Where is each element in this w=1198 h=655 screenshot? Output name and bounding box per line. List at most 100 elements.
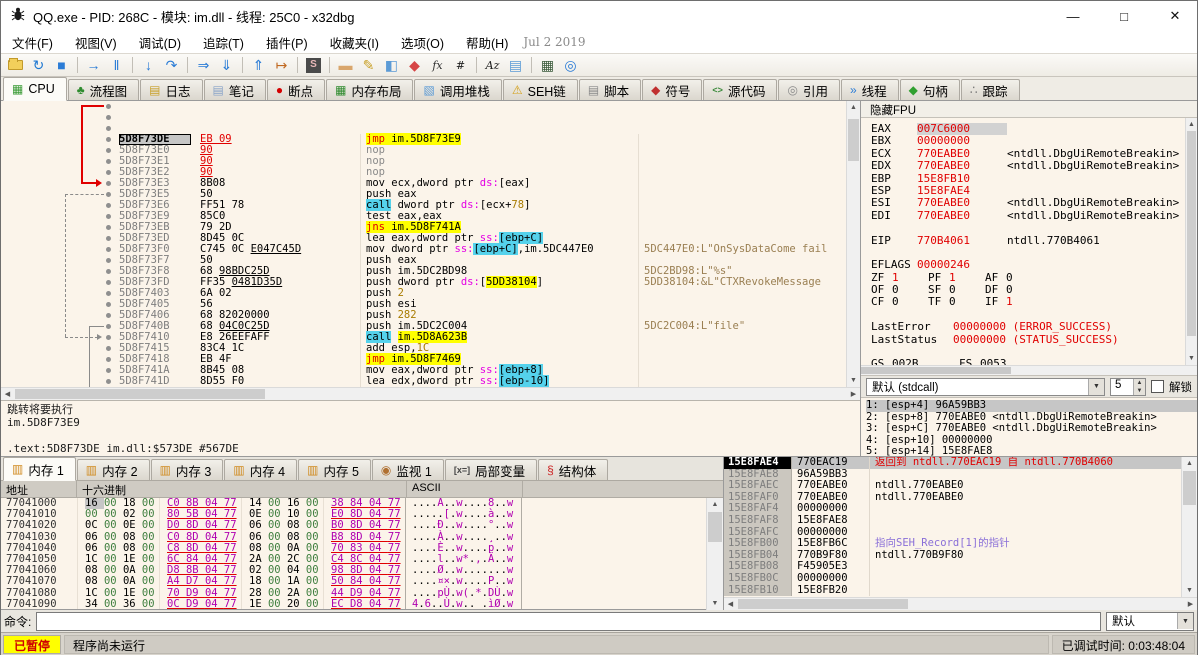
breakpoint-dot[interactable] bbox=[106, 335, 111, 340]
flag-pair[interactable]: TF 0 bbox=[928, 296, 985, 308]
stack-row[interactable]: 15E8FB04770B9F80ntdll.770B9F80 bbox=[724, 550, 1181, 562]
breakpoint-dot[interactable] bbox=[106, 313, 111, 318]
case-convert-icon[interactable]: Az bbox=[482, 55, 503, 75]
tab-断点[interactable]: ●断点 bbox=[267, 79, 325, 100]
register-value[interactable]: 770EABE0 bbox=[917, 160, 1007, 172]
disasm-row[interactable]: 5D8F73E6FF51 78call dword ptr ds:[ecx+78… bbox=[119, 200, 846, 211]
argument-row[interactable]: 3: [esp+C] 770EABE0 <ntdll.DbgUiRemoteBr… bbox=[866, 423, 1197, 435]
tab-源代码[interactable]: <>源代码 bbox=[703, 79, 777, 100]
argument-row[interactable]: 1: [esp+4] 96A59BB3 bbox=[866, 400, 1197, 412]
minimize-button[interactable]: — bbox=[1051, 1, 1095, 31]
attach-icon[interactable]: ↦ bbox=[271, 55, 292, 75]
dump-tab-局部变量[interactable]: [x=]局部变量 bbox=[445, 459, 537, 480]
stack-value[interactable]: 770EAC19 bbox=[792, 457, 870, 469]
breakpoint-dot[interactable] bbox=[106, 357, 111, 362]
chevron-down-icon[interactable]: ▼ bbox=[1177, 613, 1193, 629]
flag-pair[interactable]: FS 0053 bbox=[959, 358, 1047, 365]
breakpoint-dot[interactable] bbox=[106, 379, 111, 384]
dump-tab-结构体[interactable]: §结构体 bbox=[538, 459, 608, 480]
step-out-icon[interactable]: ⇑ bbox=[248, 55, 269, 75]
breakpoint-dot[interactable] bbox=[106, 247, 111, 252]
maximize-button[interactable]: □ bbox=[1102, 1, 1146, 31]
menu-item[interactable]: 文件(F) bbox=[1, 31, 64, 54]
scroll-down-arrow-icon[interactable]: ▼ bbox=[1182, 584, 1197, 597]
register-row[interactable]: EDX770EABE0<ntdll.DbgUiRemoteBreakin> bbox=[871, 160, 1185, 172]
scroll-up-arrow-icon[interactable]: ▲ bbox=[1182, 457, 1197, 470]
scroll-left-arrow-icon[interactable]: ◀ bbox=[724, 598, 737, 610]
breakpoint-dot[interactable] bbox=[106, 368, 111, 373]
run-icon[interactable]: → bbox=[83, 55, 104, 75]
breakpoint-dot[interactable] bbox=[106, 203, 111, 208]
tab-符号[interactable]: ◆符号 bbox=[642, 79, 702, 100]
breakpoint-dot[interactable] bbox=[106, 346, 111, 351]
register-row[interactable]: ZF 1PF 1AF 0 bbox=[871, 272, 1185, 284]
tab-日志[interactable]: ▤日志 bbox=[140, 79, 202, 100]
scroll-right-arrow-icon[interactable]: ▶ bbox=[847, 388, 860, 400]
scrollbar-thumb[interactable] bbox=[848, 119, 859, 161]
register-value[interactable]: 770EABE0 bbox=[917, 210, 1007, 222]
instruction-cell[interactable]: nop bbox=[361, 156, 639, 167]
scroll-down-arrow-icon[interactable]: ▼ bbox=[847, 374, 860, 387]
scroll-down-arrow-icon[interactable]: ▼ bbox=[707, 597, 723, 610]
scrollbar-thumb[interactable] bbox=[15, 389, 265, 399]
tab-内存布局[interactable]: ▦内存布局 bbox=[326, 79, 413, 100]
sequence-icon[interactable]: # bbox=[450, 55, 471, 75]
comments-icon[interactable]: ✎ bbox=[358, 55, 379, 75]
bytes-cell[interactable]: 6A 02 bbox=[191, 288, 361, 299]
tab-笔记[interactable]: ▤笔记 bbox=[204, 79, 266, 100]
breakpoint-dot[interactable] bbox=[106, 159, 111, 164]
stack-row[interactable]: 15E8FB08F45905E3 bbox=[724, 561, 1181, 573]
breakpoint-dot[interactable] bbox=[106, 115, 111, 120]
register-row[interactable]: EDI770EABE0<ntdll.DbgUiRemoteBreakin> bbox=[871, 210, 1185, 222]
breakpoint-dot[interactable] bbox=[106, 302, 111, 307]
stack-row[interactable]: 15E8FAF815E8FAE8 bbox=[724, 515, 1181, 527]
scrollbar-thumb[interactable] bbox=[708, 512, 722, 542]
register-row[interactable]: ESI770EABE0<ntdll.DbgUiRemoteBreakin> bbox=[871, 197, 1185, 209]
instruction-cell[interactable]: nop bbox=[361, 145, 639, 156]
breakpoint-dot[interactable] bbox=[106, 280, 111, 285]
disassembly-hscrollbar[interactable]: ◀ ▶ bbox=[1, 387, 860, 400]
stack-value[interactable]: 15E8FAE8 bbox=[792, 515, 870, 527]
stack-value[interactable]: 00000000 bbox=[792, 573, 870, 585]
disasm-row[interactable]: 5D8F73E38B08mov ecx,dword ptr ds:[eax] bbox=[119, 178, 846, 189]
stack-row[interactable]: 15E8FAF0770EABE0ntdll.770EABE0 bbox=[724, 492, 1181, 504]
bytes-cell[interactable]: 90 bbox=[191, 145, 361, 156]
breakpoint-dot[interactable] bbox=[106, 192, 111, 197]
register-row[interactable]: EBX00000000 bbox=[871, 135, 1185, 147]
stack-row[interactable]: 15E8FB1015E8FB20 bbox=[724, 585, 1181, 597]
dump-tab-内存 2[interactable]: ▥内存 2 bbox=[77, 459, 150, 480]
comment-cell[interactable]: 5DC2BD98:L"%s" bbox=[639, 266, 846, 277]
settings-icon[interactable]: S bbox=[303, 55, 324, 75]
register-value[interactable]: 770EABE0 bbox=[917, 197, 1007, 209]
close-button[interactable]: ✕ bbox=[1153, 1, 1197, 31]
bytes-cell[interactable]: 90 bbox=[191, 156, 361, 167]
menu-item[interactable]: 帮助(H) bbox=[455, 31, 519, 54]
registers-hscrollbar[interactable] bbox=[861, 365, 1197, 375]
register-row[interactable]: EIP770B4061ntdll.770B4061 bbox=[871, 235, 1185, 247]
disassembly-vscrollbar[interactable]: ▲ ▼ bbox=[846, 101, 860, 387]
dump-vscrollbar[interactable]: ▲ ▼ bbox=[706, 498, 723, 610]
flag-pair[interactable]: GS 002B bbox=[871, 358, 959, 365]
scroll-left-arrow-icon[interactable]: ◀ bbox=[1, 388, 14, 400]
scrollbar-thumb[interactable] bbox=[738, 599, 908, 609]
stack-row[interactable]: 15E8FAE4770EAC19返回到 ntdll.770EAC19 自 ntd… bbox=[724, 457, 1181, 469]
register-value[interactable]: 00000246 bbox=[917, 259, 1007, 271]
hide-fpu-button[interactable]: 隐藏FPU bbox=[861, 101, 1197, 118]
menu-item[interactable]: 视图(V) bbox=[64, 31, 128, 54]
menu-item[interactable]: 调试(D) bbox=[128, 31, 192, 54]
step-into-icon[interactable]: ↓ bbox=[138, 55, 159, 75]
comment-cell[interactable]: 5DC2C004:L"file" bbox=[639, 321, 846, 332]
dump-tab-监视 1[interactable]: ◉监视 1 bbox=[372, 459, 444, 480]
register-row[interactable]: LastError00000000 (ERROR_SUCCESS) bbox=[871, 321, 1185, 333]
scroll-down-arrow-icon[interactable]: ▼ bbox=[1186, 352, 1197, 365]
dump-tab-内存 1[interactable]: ▥内存 1 bbox=[3, 457, 76, 481]
patch-icon[interactable]: ▬ bbox=[335, 55, 356, 75]
menu-item[interactable]: 选项(O) bbox=[390, 31, 455, 54]
unlock-checkbox[interactable] bbox=[1151, 380, 1164, 393]
register-value[interactable]: 00000000 bbox=[917, 135, 1007, 147]
breakpoint-dot[interactable] bbox=[106, 126, 111, 131]
stack-value[interactable]: 15E8FB6C bbox=[792, 538, 870, 550]
dump-tab-内存 5[interactable]: ▥内存 5 bbox=[298, 459, 371, 480]
comment-cell[interactable]: 5DD38104:&L"CTXRevokeMessage bbox=[639, 277, 846, 288]
command-input[interactable] bbox=[36, 612, 1101, 631]
